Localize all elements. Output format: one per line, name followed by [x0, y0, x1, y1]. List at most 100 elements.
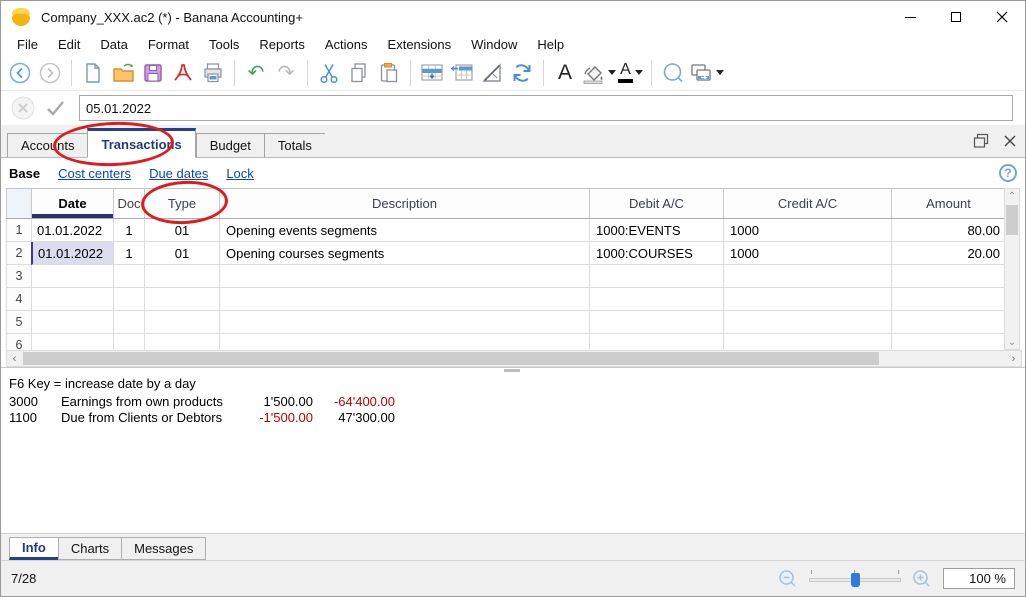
save-button[interactable]: [138, 58, 168, 88]
cell-amount[interactable]: [891, 288, 1006, 311]
paste-button[interactable]: [374, 58, 404, 88]
cell-doc[interactable]: [113, 288, 144, 311]
view-lock[interactable]: Lock: [226, 166, 253, 181]
menu-data[interactable]: Data: [90, 35, 137, 54]
pdf-export-button[interactable]: [168, 58, 198, 88]
cell-description[interactable]: [219, 288, 589, 311]
menu-reports[interactable]: Reports: [249, 35, 315, 54]
table-row[interactable]: 3: [6, 265, 1006, 288]
cell-amount[interactable]: [891, 334, 1006, 350]
open-file-button[interactable]: [108, 58, 138, 88]
cell-edit-input[interactable]: [79, 95, 1013, 121]
table-row[interactable]: 2 01.01.2022 1 01 Opening courses segmen…: [6, 242, 1006, 265]
fill-color-dropdown-icon[interactable]: [608, 70, 616, 75]
tab-messages[interactable]: Messages: [121, 537, 207, 560]
tab-transactions[interactable]: Transactions: [87, 128, 196, 158]
cell-date[interactable]: [31, 288, 113, 311]
menu-tools[interactable]: Tools: [199, 35, 249, 54]
header-amount[interactable]: Amount: [891, 189, 1006, 218]
scroll-left-icon[interactable]: ‹: [7, 353, 22, 365]
menu-edit[interactable]: Edit: [48, 35, 90, 54]
vertical-scrollbar[interactable]: ⌃ ⌄: [1004, 188, 1020, 350]
cell-credit[interactable]: 1000: [723, 219, 891, 242]
menu-actions[interactable]: Actions: [315, 35, 378, 54]
print-button[interactable]: [198, 58, 228, 88]
design-button[interactable]: [477, 58, 507, 88]
header-date[interactable]: Date: [31, 189, 113, 218]
header-description[interactable]: Description: [219, 189, 589, 218]
zoom-in-icon[interactable]: [911, 568, 933, 590]
cell-doc[interactable]: [113, 334, 144, 350]
recalculate-button[interactable]: [507, 58, 537, 88]
menu-format[interactable]: Format: [138, 35, 199, 54]
accept-edit-button[interactable]: [39, 94, 71, 122]
header-doc[interactable]: Doc: [113, 189, 144, 218]
header-debit[interactable]: Debit A/C: [589, 189, 723, 218]
cell-amount[interactable]: 20.00: [891, 242, 1006, 265]
cell-description[interactable]: [219, 311, 589, 334]
copy-button[interactable]: [344, 58, 374, 88]
add-rows-button[interactable]: [447, 58, 477, 88]
cell-type[interactable]: [144, 265, 219, 288]
cell-debit[interactable]: [589, 265, 723, 288]
menu-help[interactable]: Help: [527, 35, 574, 54]
undo-button[interactable]: ↶: [241, 58, 271, 88]
horizontal-scroll-thumb[interactable]: [23, 352, 879, 365]
menu-file[interactable]: File: [7, 35, 48, 54]
back-button[interactable]: [5, 58, 35, 88]
cell-amount[interactable]: [891, 265, 1006, 288]
new-file-button[interactable]: [78, 58, 108, 88]
cell-credit[interactable]: [723, 265, 891, 288]
cell-doc[interactable]: [113, 265, 144, 288]
table-row[interactable]: 6: [6, 334, 1006, 350]
zoom-out-icon[interactable]: [777, 568, 799, 590]
cell-credit[interactable]: [723, 311, 891, 334]
scroll-down-icon[interactable]: ⌄: [1008, 335, 1016, 349]
cell-date[interactable]: [31, 265, 113, 288]
cell-type[interactable]: 01: [144, 219, 219, 242]
forward-button[interactable]: [35, 58, 65, 88]
cell-type[interactable]: 01: [144, 242, 219, 265]
tab-charts[interactable]: Charts: [57, 537, 122, 560]
header-type[interactable]: Type: [144, 189, 219, 218]
insert-rows-button[interactable]: [417, 58, 447, 88]
cell-date[interactable]: [31, 311, 113, 334]
cell-description[interactable]: [219, 265, 589, 288]
search-button[interactable]: [658, 58, 688, 88]
redo-button[interactable]: ↷: [271, 58, 301, 88]
close-button[interactable]: [979, 1, 1025, 33]
cell-type[interactable]: [144, 334, 219, 350]
menu-extensions[interactable]: Extensions: [378, 35, 462, 54]
tab-totals[interactable]: Totals: [263, 133, 325, 158]
tab-accounts[interactable]: Accounts: [7, 133, 88, 158]
zoom-slider[interactable]: [809, 569, 901, 588]
minimize-button[interactable]: [887, 1, 933, 33]
cell-description[interactable]: Opening courses segments: [219, 242, 589, 265]
cell-debit[interactable]: [589, 311, 723, 334]
table-row[interactable]: 1 01.01.2022 1 01 Opening events segment…: [6, 219, 1006, 242]
maximize-button[interactable]: [933, 1, 979, 33]
cell-debit[interactable]: 1000:EVENTS: [589, 219, 723, 242]
table-row[interactable]: 4: [6, 288, 1006, 311]
cell-description[interactable]: Opening events segments: [219, 219, 589, 242]
cancel-edit-button[interactable]: [7, 94, 39, 122]
scroll-right-icon[interactable]: ›: [1006, 353, 1021, 365]
cell-credit[interactable]: 1000: [723, 242, 891, 265]
zoom-level-field[interactable]: 100 %: [943, 568, 1015, 589]
cell-amount[interactable]: [891, 311, 1006, 334]
zoom-slider-thumb[interactable]: [851, 572, 860, 587]
vertical-scroll-thumb[interactable]: [1006, 205, 1018, 235]
cell-credit[interactable]: [723, 334, 891, 350]
cell-date[interactable]: 01.01.2022: [31, 219, 113, 242]
panels-button[interactable]: [688, 58, 726, 88]
close-pane-icon[interactable]: [1003, 134, 1017, 148]
view-base[interactable]: Base: [9, 166, 40, 181]
cell-doc[interactable]: 1: [113, 219, 144, 242]
font-color-dropdown-icon[interactable]: [635, 70, 643, 75]
cell-amount[interactable]: 80.00: [891, 219, 1006, 242]
cell-date[interactable]: [31, 334, 113, 350]
view-due-dates[interactable]: Due dates: [149, 166, 208, 181]
cell-debit[interactable]: 1000:COURSES: [589, 242, 723, 265]
cut-button[interactable]: [314, 58, 344, 88]
scroll-up-icon[interactable]: ⌃: [1008, 189, 1016, 203]
